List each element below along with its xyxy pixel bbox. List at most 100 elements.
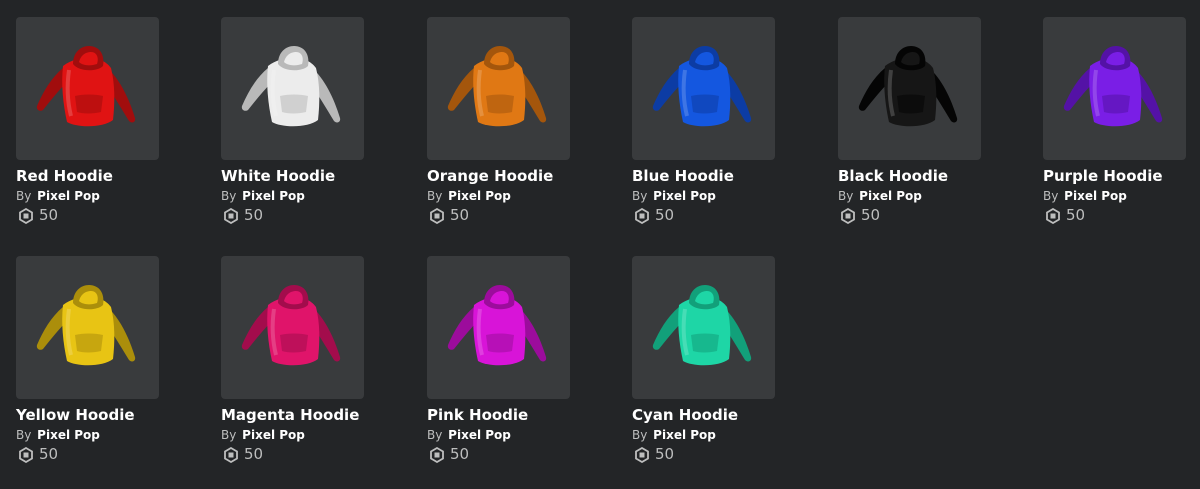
creator-link[interactable]: Pixel Pop: [242, 189, 305, 203]
item-card[interactable]: Magenta Hoodie By Pixel Pop 50: [221, 256, 381, 464]
robux-icon: [18, 207, 34, 224]
creator-link[interactable]: Pixel Pop: [859, 189, 922, 203]
robux-icon: [429, 446, 445, 463]
price-value: 50: [244, 206, 264, 224]
hoodie-icon: [447, 284, 546, 365]
item-price: 50: [221, 445, 381, 464]
hoodie-icon: [652, 284, 751, 365]
price-value: 50: [450, 206, 470, 224]
hoodie-icon: [447, 45, 546, 126]
hoodie-icon: [652, 45, 751, 126]
robux-icon: [634, 207, 650, 224]
item-thumbnail[interactable]: [427, 256, 570, 399]
item-name[interactable]: Black Hoodie: [838, 167, 998, 186]
item-name[interactable]: Magenta Hoodie: [221, 406, 381, 425]
price-value: 50: [655, 206, 675, 224]
item-card[interactable]: Yellow Hoodie By Pixel Pop 50: [16, 256, 176, 464]
item-name[interactable]: Orange Hoodie: [427, 167, 587, 186]
item-thumbnail[interactable]: [221, 17, 364, 160]
item-creator: By Pixel Pop: [427, 189, 587, 204]
item-name[interactable]: Cyan Hoodie: [632, 406, 792, 425]
price-value: 50: [1066, 206, 1086, 224]
creator-link[interactable]: Pixel Pop: [37, 189, 100, 203]
robux-icon: [223, 446, 239, 463]
hoodie-icon: [1063, 45, 1162, 126]
item-thumbnail[interactable]: [221, 256, 364, 399]
creator-link[interactable]: Pixel Pop: [448, 428, 511, 442]
item-card[interactable]: Black Hoodie By Pixel Pop 50: [838, 17, 998, 225]
item-price: 50: [427, 445, 587, 464]
item-card[interactable]: Blue Hoodie By Pixel Pop 50: [632, 17, 792, 225]
by-label: By: [1043, 189, 1059, 203]
by-label: By: [632, 428, 648, 442]
item-name[interactable]: Purple Hoodie: [1043, 167, 1200, 186]
item-name[interactable]: Yellow Hoodie: [16, 406, 176, 425]
hoodie-icon: [858, 45, 957, 126]
price-value: 50: [450, 445, 470, 463]
robux-icon: [429, 207, 445, 224]
by-label: By: [221, 428, 237, 442]
item-price: 50: [427, 206, 587, 225]
item-price: 50: [221, 206, 381, 225]
item-price: 50: [16, 445, 176, 464]
price-value: 50: [655, 445, 675, 463]
by-label: By: [838, 189, 854, 203]
robux-icon: [18, 446, 34, 463]
by-label: By: [632, 189, 648, 203]
price-value: 50: [244, 445, 264, 463]
item-thumbnail[interactable]: [427, 17, 570, 160]
item-thumbnail[interactable]: [1043, 17, 1186, 160]
hoodie-icon: [241, 284, 340, 365]
item-thumbnail[interactable]: [16, 17, 159, 160]
robux-icon: [634, 446, 650, 463]
item-thumbnail[interactable]: [632, 256, 775, 399]
creator-link[interactable]: Pixel Pop: [242, 428, 305, 442]
item-price: 50: [632, 445, 792, 464]
item-name[interactable]: White Hoodie: [221, 167, 381, 186]
creator-link[interactable]: Pixel Pop: [653, 189, 716, 203]
item-price: 50: [632, 206, 792, 225]
item-name[interactable]: Pink Hoodie: [427, 406, 587, 425]
item-price: 50: [838, 206, 998, 225]
item-creator: By Pixel Pop: [632, 189, 792, 204]
by-label: By: [16, 189, 32, 203]
price-value: 50: [39, 206, 59, 224]
item-thumbnail[interactable]: [632, 17, 775, 160]
item-creator: By Pixel Pop: [221, 428, 381, 443]
item-creator: By Pixel Pop: [16, 189, 176, 204]
item-thumbnail[interactable]: [838, 17, 981, 160]
item-name[interactable]: Blue Hoodie: [632, 167, 792, 186]
item-creator: By Pixel Pop: [838, 189, 998, 204]
robux-icon: [840, 207, 856, 224]
price-value: 50: [861, 206, 881, 224]
creator-link[interactable]: Pixel Pop: [448, 189, 511, 203]
by-label: By: [16, 428, 32, 442]
by-label: By: [427, 189, 443, 203]
hoodie-icon: [241, 45, 340, 126]
item-creator: By Pixel Pop: [427, 428, 587, 443]
item-creator: By Pixel Pop: [1043, 189, 1200, 204]
item-card[interactable]: White Hoodie By Pixel Pop 50: [221, 17, 381, 225]
by-label: By: [427, 428, 443, 442]
hoodie-icon: [36, 284, 135, 365]
by-label: By: [221, 189, 237, 203]
item-card[interactable]: Purple Hoodie By Pixel Pop 50: [1043, 17, 1200, 225]
item-creator: By Pixel Pop: [221, 189, 381, 204]
item-card[interactable]: Orange Hoodie By Pixel Pop 50: [427, 17, 587, 225]
creator-link[interactable]: Pixel Pop: [37, 428, 100, 442]
catalog-grid: Red Hoodie By Pixel Pop 50 White Hoodie …: [0, 0, 1200, 489]
item-creator: By Pixel Pop: [16, 428, 176, 443]
item-name[interactable]: Red Hoodie: [16, 167, 176, 186]
robux-icon: [1045, 207, 1061, 224]
creator-link[interactable]: Pixel Pop: [653, 428, 716, 442]
item-card[interactable]: Pink Hoodie By Pixel Pop 50: [427, 256, 587, 464]
robux-icon: [223, 207, 239, 224]
item-card[interactable]: Cyan Hoodie By Pixel Pop 50: [632, 256, 792, 464]
item-price: 50: [16, 206, 176, 225]
creator-link[interactable]: Pixel Pop: [1064, 189, 1127, 203]
item-card[interactable]: Red Hoodie By Pixel Pop 50: [16, 17, 176, 225]
item-price: 50: [1043, 206, 1200, 225]
price-value: 50: [39, 445, 59, 463]
hoodie-icon: [36, 45, 135, 126]
item-thumbnail[interactable]: [16, 256, 159, 399]
